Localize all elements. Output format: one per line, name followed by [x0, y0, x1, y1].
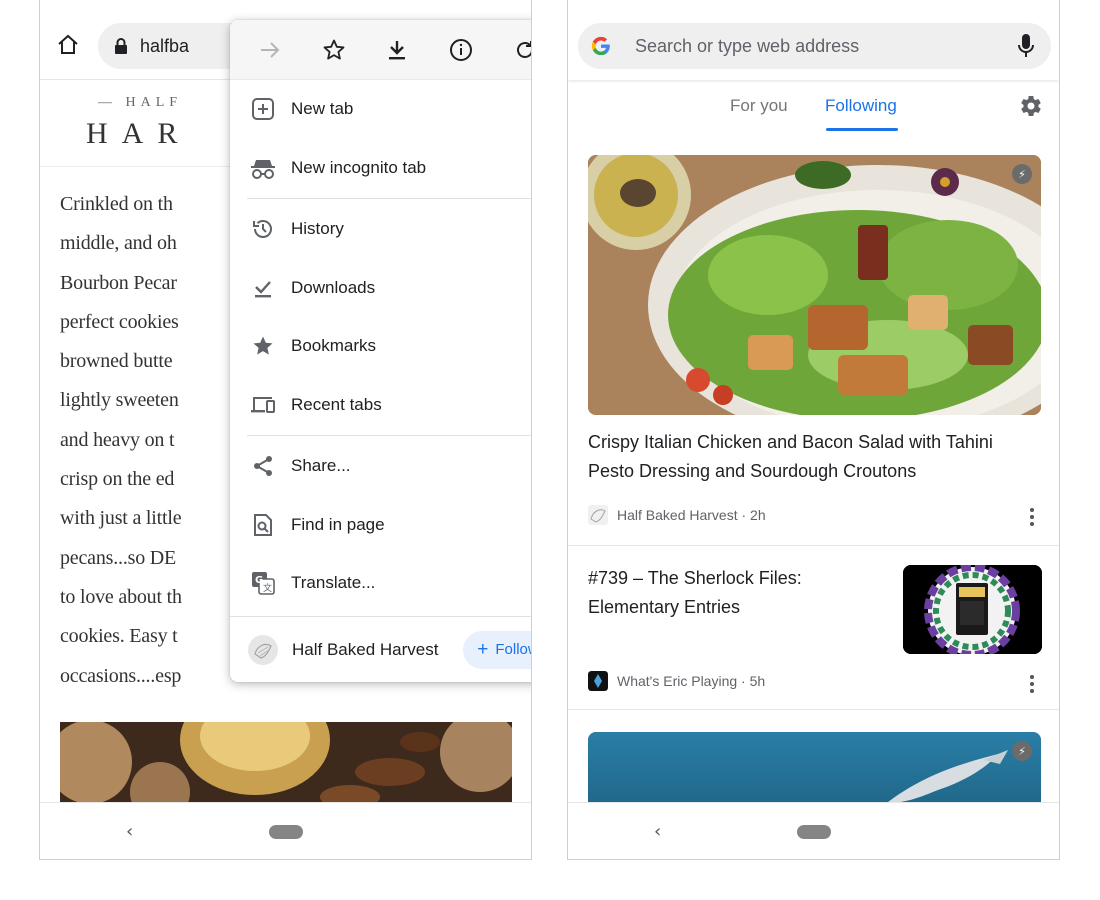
menu-item-label: Find in page [291, 514, 385, 534]
site-logo-small: — HALF [98, 95, 183, 110]
site-name: Half Baked Harvest [292, 639, 439, 659]
menu-item-label: New tab [291, 99, 354, 119]
bookmarks-icon [250, 333, 276, 359]
nav-back-button[interactable]: ‹ [126, 821, 133, 842]
menu-item-history[interactable]: History [230, 200, 531, 259]
more-vert-icon[interactable] [1029, 675, 1035, 693]
gear-icon[interactable] [1019, 94, 1043, 118]
forward-icon[interactable] [252, 32, 288, 68]
menu-item-recent-tabs[interactable]: Recent tabs [230, 376, 531, 435]
incognito-icon [250, 155, 276, 181]
card-source-text: Half Baked Harvest · 2h [617, 507, 766, 523]
omnibox[interactable]: Search or type web address [578, 23, 1051, 69]
follow-button[interactable]: + Follow [463, 630, 531, 669]
menu-item-new-tab[interactable]: New tab [230, 80, 531, 139]
plus-icon: + [477, 639, 489, 660]
menu-item-translate[interactable]: G文 Translate... [230, 554, 531, 613]
menu-item-label: Translate... [291, 573, 376, 593]
mic-icon[interactable] [1017, 33, 1035, 59]
google-g-icon [591, 36, 610, 56]
system-nav-bar: ‹ [40, 802, 531, 859]
menu-item-downloads[interactable]: Downloads [230, 259, 531, 318]
source-favicon [588, 671, 608, 691]
menu-icon-row [230, 20, 531, 80]
amp-icon: ⚡ [1012, 164, 1032, 184]
history-icon [250, 216, 276, 242]
source-favicon [588, 505, 608, 525]
downloads-icon [250, 275, 276, 301]
menu-follow-footer: Half Baked Harvest + Follow [230, 616, 531, 682]
menu-item-label: Bookmarks [291, 336, 377, 356]
tab-following[interactable]: Following [825, 96, 897, 116]
share-icon [250, 453, 276, 479]
follow-label: Follow [495, 641, 531, 658]
card-title[interactable]: #739 – The Sherlock Files: Elementary En… [588, 564, 878, 622]
tab-for-you[interactable]: For you [730, 96, 788, 116]
menu-item-new-incognito-tab[interactable]: New incognito tab [230, 139, 531, 198]
menu-item-bookmarks[interactable]: Bookmarks [230, 317, 531, 376]
reload-icon[interactable] [507, 32, 531, 68]
nav-home-pill[interactable] [797, 825, 831, 839]
download-icon[interactable] [379, 32, 415, 68]
menu-item-label: History [291, 219, 344, 239]
menu-item-label: Recent tabs [291, 394, 382, 414]
cookies-image [60, 722, 512, 804]
menu-item-find-in-page[interactable]: Find in page [230, 496, 531, 555]
menu-item-share[interactable]: Share... [230, 437, 531, 496]
recent-tabs-icon [250, 392, 276, 418]
card-source-row: Half Baked Harvest · 2h [588, 505, 766, 525]
svg-text:文: 文 [263, 582, 272, 594]
card-source-row: What's Eric Playing · 5h [588, 671, 765, 691]
omnibox-placeholder: Search or type web address [635, 35, 860, 56]
menu-item-label: Downloads [291, 277, 376, 297]
feed-tabs: For you Following [568, 80, 1059, 136]
card-divider [568, 545, 1059, 546]
menu-divider [247, 435, 531, 436]
translate-icon: G文 [250, 570, 276, 596]
active-tab-indicator [826, 128, 898, 131]
salad-image[interactable]: ⚡ [588, 155, 1041, 415]
phone-left-article-with-menu: halfba — HALF HAR Crinkled on th middle,… [39, 0, 532, 860]
info-icon[interactable] [443, 32, 479, 68]
menu-divider [247, 198, 531, 199]
nav-back-button[interactable]: ‹ [654, 821, 661, 842]
site-favicon [248, 634, 278, 665]
nav-home-pill[interactable] [269, 825, 303, 839]
omnibox-url: halfba [140, 35, 190, 56]
find-in-page-icon [250, 512, 276, 538]
card-title[interactable]: Crispy Italian Chicken and Bacon Salad w… [588, 428, 1038, 486]
browser-toolbar: Search or type web address [568, 0, 1059, 80]
phone-right-feed: Search or type web address For you Follo… [567, 0, 1060, 860]
card-divider [568, 709, 1059, 710]
lock-icon [115, 38, 127, 54]
new-tab-icon [250, 96, 276, 122]
site-logo-big: HAR [86, 117, 192, 150]
menu-item-label: Share... [291, 456, 351, 476]
home-icon[interactable] [56, 33, 80, 57]
star-icon[interactable] [316, 32, 352, 68]
svg-text:G: G [255, 575, 263, 586]
system-nav-bar: ‹ [568, 802, 1059, 859]
sherlock-files-thumbnail[interactable] [903, 565, 1042, 654]
app-menu: New tab New incognito tab History Downlo… [230, 20, 531, 682]
amp-icon: ⚡ [1012, 741, 1032, 761]
more-vert-icon[interactable] [1029, 508, 1035, 526]
menu-item-label: New incognito tab [291, 157, 427, 177]
card-source-text: What's Eric Playing · 5h [617, 673, 766, 689]
